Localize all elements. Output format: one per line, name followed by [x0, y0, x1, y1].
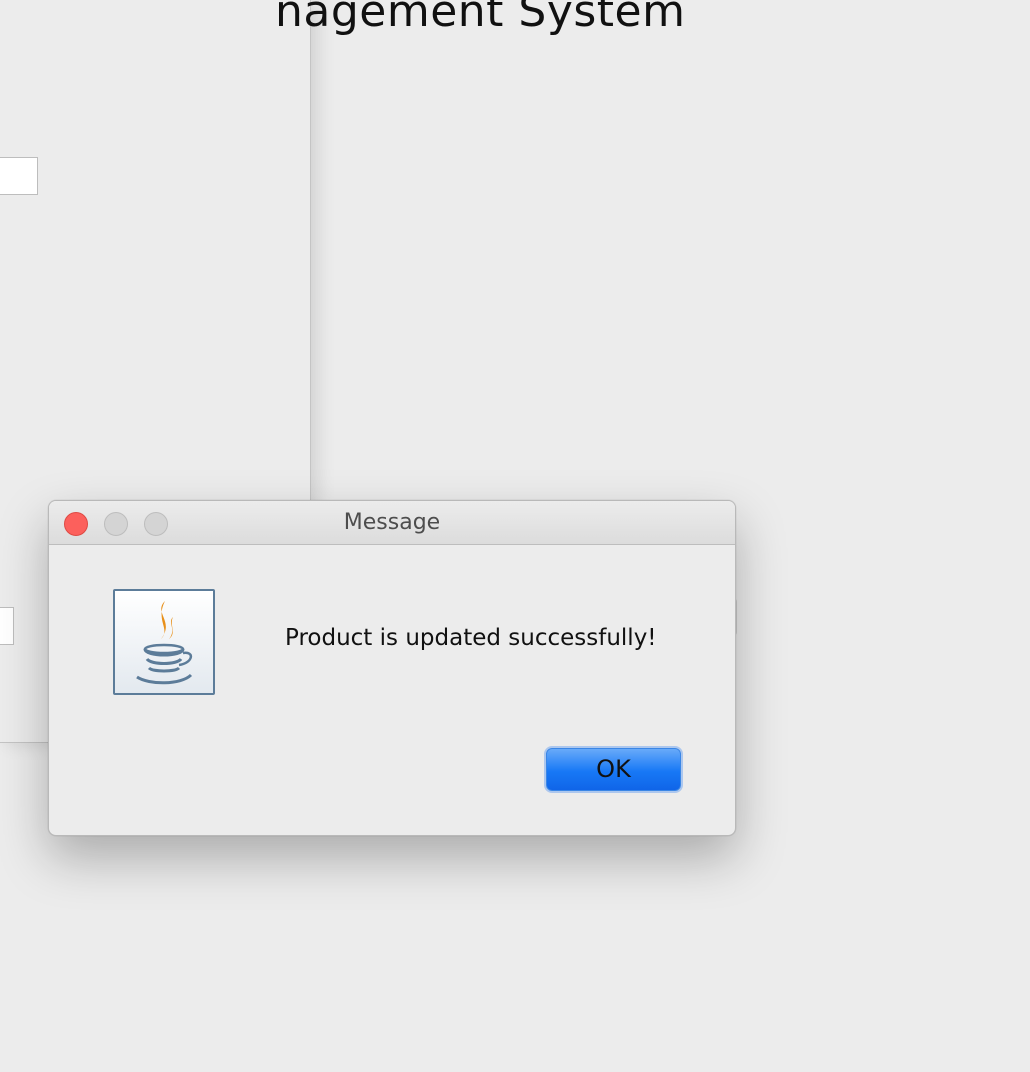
dialog-message: Product is updated successfully!	[285, 625, 657, 651]
desktop: nagement System Message Product is updat…	[0, 0, 1030, 1072]
message-dialog: Message Product is updated successfully!…	[48, 500, 736, 836]
dialog-titlebar[interactable]: Message	[49, 501, 735, 545]
background-text-field[interactable]	[0, 607, 14, 645]
background-text-field[interactable]	[0, 157, 38, 195]
dialog-title: Message	[343, 510, 441, 535]
java-coffee-cup-icon	[113, 589, 215, 695]
background-app-title: nagement System	[275, 0, 686, 37]
ok-button[interactable]: OK	[546, 748, 681, 791]
